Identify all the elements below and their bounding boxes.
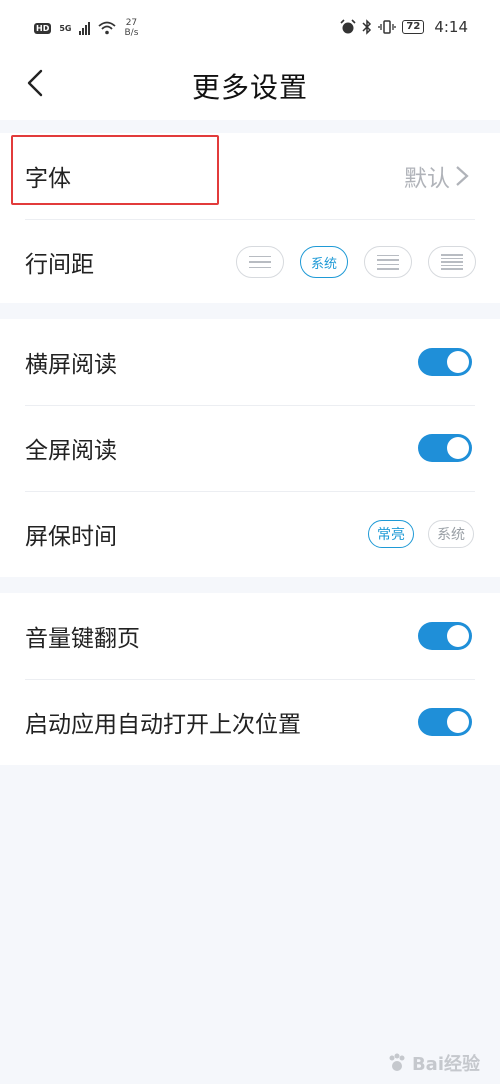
toggle-knob [447, 351, 469, 373]
line-spacing-wide-option[interactable] [236, 246, 284, 278]
watermark: Bai经验 [386, 1050, 480, 1076]
misc-section: 音量键翻页 启动应用自动打开上次位置 [0, 593, 500, 765]
line-spacing-system-option[interactable]: 系统 [300, 246, 348, 278]
clock: 4:14 [434, 18, 468, 36]
toggle-knob [447, 711, 469, 733]
highlight-annotation [11, 135, 219, 205]
app-header: 更多设置 [0, 58, 500, 120]
fullscreen-reading-label: 全屏阅读 [25, 438, 117, 464]
auto-open-last-row: 启动应用自动打开上次位置 [0, 679, 500, 765]
auto-open-last-label: 启动应用自动打开上次位置 [25, 712, 301, 738]
volume-page-turn-toggle[interactable] [418, 622, 472, 650]
screensaver-row: 屏保时间 常亮 系统 [0, 491, 500, 577]
watermark-text: Bai经验 [411, 1054, 480, 1075]
bluetooth-icon [362, 19, 372, 35]
screensaver-system-option[interactable]: 系统 [428, 520, 474, 548]
status-bar: HD 5G 27 B/s 72 4:14 [0, 0, 500, 58]
font-value[interactable]: 默认 [404, 159, 470, 193]
battery-icon: 72 [402, 20, 425, 34]
paw-icon [389, 1053, 405, 1071]
landscape-reading-row: 横屏阅读 [0, 319, 500, 405]
vibrate-icon [378, 20, 397, 34]
line-spacing-row: 行间距 系统 [0, 219, 500, 305]
landscape-reading-toggle[interactable] [418, 348, 472, 376]
network-label: 5G [59, 23, 72, 33]
fullscreen-reading-row: 全屏阅读 [0, 405, 500, 491]
toggle-knob [447, 625, 469, 647]
volume-page-turn-row: 音量键翻页 [0, 593, 500, 679]
screensaver-label: 屏保时间 [25, 524, 117, 550]
reading-section: 横屏阅读 全屏阅读 屏保时间 常亮 系统 [0, 319, 500, 577]
line-spacing-label: 行间距 [25, 252, 94, 278]
font-value-text: 默认 [404, 166, 450, 192]
network-speed: 27 B/s [124, 18, 138, 38]
speed-unit: B/s [124, 28, 139, 38]
wifi-icon [98, 21, 117, 35]
line-spacing-wide-icon [249, 255, 271, 269]
page-title: 更多设置 [191, 71, 308, 104]
volume-page-turn-label: 音量键翻页 [25, 626, 140, 652]
line-spacing-narrow-icon [441, 254, 463, 270]
line-spacing-options: 系统 [236, 246, 476, 278]
signal-icon [79, 21, 91, 35]
screensaver-options: 常亮 系统 [368, 520, 474, 548]
alarm-icon [340, 19, 356, 34]
auto-open-last-toggle[interactable] [418, 708, 472, 736]
fullscreen-reading-toggle[interactable] [418, 434, 472, 462]
landscape-reading-label: 横屏阅读 [25, 352, 117, 378]
hd-icon: HD [34, 22, 52, 34]
line-spacing-medium-option[interactable] [364, 246, 412, 278]
line-spacing-narrow-option[interactable] [428, 246, 476, 278]
line-spacing-medium-icon [377, 254, 399, 270]
speed-value: 27 [125, 18, 138, 28]
chevron-right-icon [456, 166, 469, 186]
toggle-knob [447, 437, 469, 459]
screensaver-always-on-option[interactable]: 常亮 [368, 520, 414, 548]
